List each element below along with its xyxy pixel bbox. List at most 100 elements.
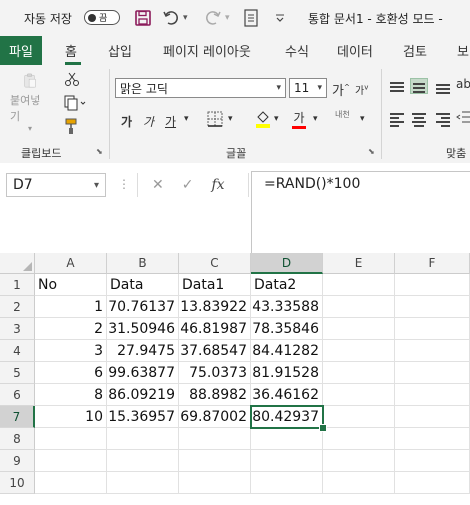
orientation-icon[interactable]: ab — [456, 77, 470, 91]
indent-icon[interactable] — [456, 109, 470, 129]
cell-c7[interactable]: 69.87002 — [179, 406, 251, 428]
more-icon[interactable]: ⋮ — [118, 177, 130, 191]
redo-dropdown-icon[interactable]: ▾ — [225, 0, 230, 36]
cell-d4[interactable]: 84.41282 — [251, 340, 323, 362]
cell-c2[interactable]: 13.83922 — [179, 296, 251, 318]
cell-c10[interactable] — [179, 472, 251, 494]
align-middle-icon[interactable] — [410, 78, 428, 94]
cell-c1[interactable]: Data1 — [179, 274, 251, 296]
tab-page-layout[interactable]: 페이지 레이아웃 — [163, 36, 251, 65]
row-header-8[interactable]: 8 — [0, 428, 35, 450]
cell-f5[interactable] — [395, 362, 470, 384]
form-icon[interactable] — [244, 0, 258, 36]
cell-d10[interactable] — [251, 472, 323, 494]
cell-b8[interactable] — [107, 428, 179, 450]
cell-f1[interactable] — [395, 274, 470, 296]
tab-review[interactable]: 검토 — [403, 36, 427, 65]
cell-d2[interactable]: 43.33588 — [251, 296, 323, 318]
customize-toolbar-icon[interactable] — [275, 0, 285, 36]
cell-c8[interactable] — [179, 428, 251, 450]
cell-b5[interactable]: 99.63877 — [107, 362, 179, 384]
cell-f3[interactable] — [395, 318, 470, 340]
font-size-combo[interactable]: 11 ▾ — [289, 78, 327, 98]
cell-d6[interactable]: 36.46162 — [251, 384, 323, 406]
italic-button[interactable]: 가 — [143, 113, 154, 130]
cell-a7[interactable]: 10 — [35, 406, 107, 428]
cell-e10[interactable] — [323, 472, 395, 494]
cell-b6[interactable]: 86.09219 — [107, 384, 179, 406]
enter-icon[interactable]: ✓ — [182, 177, 194, 193]
cancel-icon[interactable]: ✕ — [152, 177, 164, 193]
row-header-7[interactable]: 7 — [0, 406, 35, 428]
chevron-down-icon[interactable]: ▾ — [317, 83, 322, 93]
autosave-toggle[interactable]: 끔 — [84, 10, 120, 25]
column-header-f[interactable]: F — [395, 253, 470, 274]
tab-formulas[interactable]: 수식 — [285, 36, 309, 65]
grow-font-button[interactable]: 가^ — [332, 80, 350, 99]
cell-e1[interactable] — [323, 274, 395, 296]
tab-home[interactable]: 홈 — [65, 36, 77, 65]
cell-d8[interactable] — [251, 428, 323, 450]
row-header-5[interactable]: 5 — [0, 362, 35, 384]
cell-a6[interactable]: 8 — [35, 384, 107, 406]
cell-a9[interactable] — [35, 450, 107, 472]
cell-d9[interactable] — [251, 450, 323, 472]
undo-icon[interactable] — [163, 0, 179, 36]
font-name-combo[interactable]: 맑은 고딕 ▾ — [115, 78, 286, 98]
cell-b10[interactable] — [107, 472, 179, 494]
align-center-icon[interactable] — [410, 111, 428, 127]
cell-d7[interactable]: 80.42937 — [251, 406, 323, 428]
cell-a4[interactable]: 3 — [35, 340, 107, 362]
cell-e3[interactable] — [323, 318, 395, 340]
cell-b2[interactable]: 70.76137 — [107, 296, 179, 318]
cell-e5[interactable] — [323, 362, 395, 384]
copy-icon[interactable] — [64, 95, 86, 115]
redo-icon[interactable] — [205, 0, 221, 36]
name-box[interactable]: D7 ▾ — [6, 173, 106, 197]
tab-data[interactable]: 데이터 — [337, 36, 373, 65]
fill-handle[interactable] — [319, 424, 327, 432]
cell-a2[interactable]: 1 — [35, 296, 107, 318]
cell-f6[interactable] — [395, 384, 470, 406]
cell-f10[interactable] — [395, 472, 470, 494]
border-dropdown-icon[interactable]: ▾ — [228, 114, 233, 124]
row-header-4[interactable]: 4 — [0, 340, 35, 362]
cell-e8[interactable] — [323, 428, 395, 450]
formula-input[interactable]: =RAND()*100 — [251, 171, 470, 257]
cell-b9[interactable] — [107, 450, 179, 472]
cell-a8[interactable] — [35, 428, 107, 450]
align-right-icon[interactable] — [434, 111, 452, 127]
cell-a3[interactable]: 2 — [35, 318, 107, 340]
cell-f4[interactable] — [395, 340, 470, 362]
cell-d5[interactable]: 81.91528 — [251, 362, 323, 384]
align-left-icon[interactable] — [388, 111, 406, 127]
align-bottom-icon[interactable] — [434, 79, 452, 95]
chevron-down-icon[interactable]: ▾ — [94, 180, 99, 191]
fill-color-dropdown-icon[interactable]: ▾ — [274, 114, 279, 124]
column-header-b[interactable]: B — [107, 253, 179, 274]
tab-file[interactable]: 파일 — [0, 36, 42, 65]
format-painter-icon[interactable] — [64, 117, 82, 139]
cell-f7[interactable] — [395, 406, 470, 428]
tab-view[interactable]: 보 — [457, 36, 469, 65]
font-color-dropdown-icon[interactable]: ▾ — [313, 114, 318, 124]
border-icon[interactable] — [207, 111, 223, 130]
undo-dropdown-icon[interactable]: ▾ — [183, 0, 188, 36]
cell-e9[interactable] — [323, 450, 395, 472]
column-header-a[interactable]: A — [35, 253, 107, 274]
row-header-9[interactable]: 9 — [0, 450, 35, 472]
cell-c3[interactable]: 46.81987 — [179, 318, 251, 340]
clipboard-launcher-icon[interactable]: ⬊ — [96, 147, 103, 156]
cell-a1[interactable]: No — [35, 274, 107, 296]
cell-c5[interactable]: 75.0373 — [179, 362, 251, 384]
paste-button[interactable]: 붙여넣기 ▾ — [10, 73, 50, 133]
cut-icon[interactable] — [64, 71, 80, 91]
font-launcher-icon[interactable]: ⬊ — [368, 147, 375, 156]
cell-e7[interactable] — [323, 406, 395, 428]
shrink-font-button[interactable]: 가v — [355, 82, 368, 97]
column-header-d[interactable]: D — [251, 253, 323, 274]
cell-b4[interactable]: 27.9475 — [107, 340, 179, 362]
cell-b7[interactable]: 15.36957 — [107, 406, 179, 428]
cell-f9[interactable] — [395, 450, 470, 472]
cell-b3[interactable]: 31.50946 — [107, 318, 179, 340]
